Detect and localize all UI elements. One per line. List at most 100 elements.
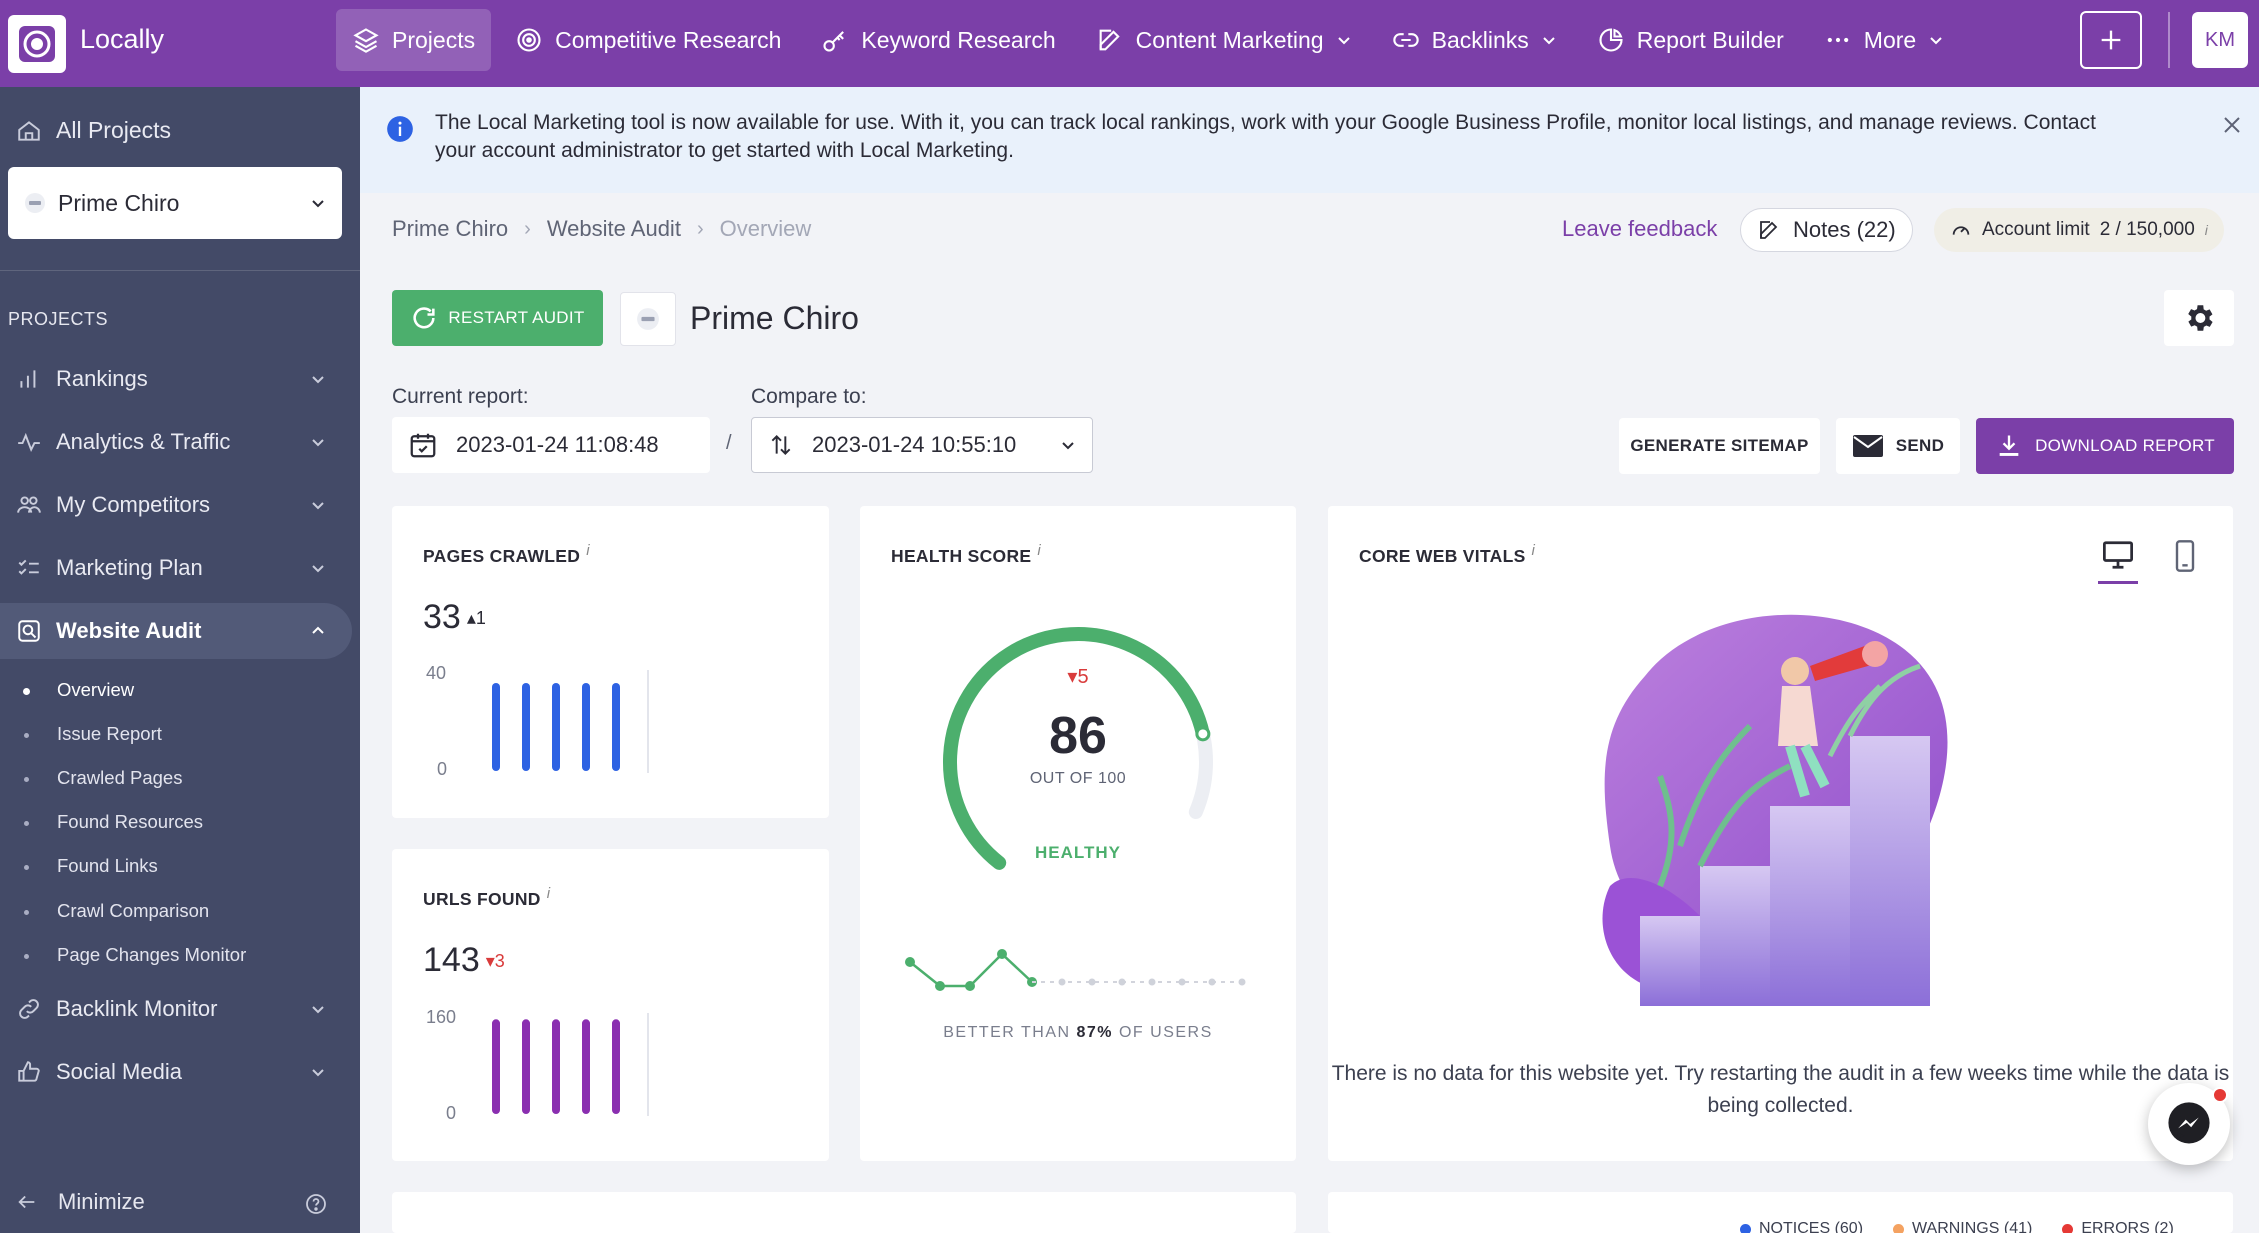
sidebar-subitem-found-links[interactable]: Found Links	[57, 855, 158, 877]
sidebar-item-competitors[interactable]: My Competitors	[0, 477, 352, 533]
sidebar-subitem-page-changes[interactable]: Page Changes Monitor	[57, 944, 246, 966]
sidebar-subitem-overview[interactable]: Overview	[57, 679, 134, 701]
bullet	[24, 733, 29, 738]
sidebar-item-analytics[interactable]: Analytics & Traffic	[0, 414, 352, 470]
settings-button[interactable]	[2164, 290, 2234, 346]
nav-report-builder[interactable]: Report Builder	[1581, 9, 1800, 71]
nav-content-marketing[interactable]: Content Marketing	[1080, 9, 1368, 71]
project-selector-value: Prime Chiro	[58, 189, 180, 216]
mobile-icon	[2175, 540, 2195, 572]
compare-report-value: 2023-01-24 10:55:10	[812, 432, 1017, 457]
compare-report-select[interactable]: 2023-01-24 10:55:10	[751, 417, 1093, 473]
chevron-down-icon	[312, 502, 324, 510]
help-icon	[306, 1194, 326, 1214]
sidebar-item-label: Website Audit	[56, 618, 202, 643]
chat-button[interactable]	[2148, 1083, 2230, 1165]
health-out-of: OUT OF 100	[1029, 770, 1127, 787]
key-icon	[823, 31, 845, 52]
activity-icon	[18, 432, 40, 452]
desktop-toggle[interactable]	[2098, 540, 2138, 584]
sidebar-item-label: My Competitors	[56, 492, 211, 517]
main-nav: Projects Competitive Research Keyword Re…	[336, 9, 1968, 71]
minimize-button[interactable]: Minimize	[16, 1189, 145, 1215]
chevron-down-icon	[312, 439, 324, 447]
sidebar-subitem-issue-report[interactable]: Issue Report	[57, 723, 162, 745]
nav-backlinks[interactable]: Backlinks	[1376, 9, 1573, 71]
sidebar-item-label: Rankings	[56, 366, 148, 391]
notes-label: Notes (22)	[1793, 217, 1896, 242]
logo-icon	[19, 26, 55, 62]
close-icon[interactable]	[2222, 111, 2242, 142]
legend-dot	[1893, 1223, 1905, 1233]
leave-feedback-link[interactable]: Leave feedback	[1562, 216, 1717, 242]
nav-projects[interactable]: Projects	[336, 9, 492, 71]
link-icon	[1392, 33, 1419, 47]
breadcrumb: Prime Chiro › Website Audit › Overview	[392, 216, 811, 242]
home-icon	[18, 120, 40, 141]
nav-more[interactable]: More	[1808, 9, 1960, 71]
mobile-toggle[interactable]	[2170, 540, 2200, 580]
health-score-card: HEALTH SCORE i ▾5 86 OUT OF 100 HEALTHY B…	[860, 506, 1296, 1161]
help-button[interactable]	[304, 1192, 328, 1221]
chevron-down-icon	[1062, 442, 1074, 450]
sidebar-item-backlink-monitor[interactable]: Backlink Monitor	[0, 981, 352, 1037]
link-icon	[19, 999, 39, 1019]
card-title: CORE WEB VITALS i	[1359, 542, 1535, 567]
checklist-icon	[18, 559, 39, 575]
thumbs-up-icon	[18, 1061, 40, 1082]
breadcrumb-website-audit[interactable]: Website Audit	[547, 216, 681, 242]
sidebar-subitem-crawled-pages[interactable]: Crawled Pages	[57, 767, 182, 789]
chevron-down-icon	[1930, 37, 1942, 45]
send-button[interactable]: SEND	[1836, 418, 1960, 474]
legend-label: WARNINGS (41)	[1912, 1220, 2033, 1233]
legend: NOTICES (60) WARNINGS (41) ERRORS (2)	[1740, 1220, 2174, 1233]
user-avatar[interactable]: KM	[2192, 12, 2248, 68]
health-score-value: 86	[1049, 707, 1107, 765]
sidebar-label: All Projects	[56, 117, 172, 143]
sidebar-item-label: Analytics & Traffic	[56, 429, 231, 454]
sparkline-point	[965, 981, 975, 991]
sidebar-item-marketing-plan[interactable]: Marketing Plan	[0, 540, 352, 596]
sidebar-item-social-media[interactable]: Social Media	[0, 1044, 352, 1100]
generate-sitemap-button[interactable]: GENERATE SITEMAP	[1619, 418, 1820, 474]
info-icon: i	[1037, 542, 1042, 559]
nav-keyword-research[interactable]: Keyword Research	[805, 9, 1071, 71]
restart-audit-button[interactable]: RESTART AUDIT	[392, 290, 603, 346]
sidebar-all-projects[interactable]: All Projects	[16, 117, 171, 144]
notes-button[interactable]: Notes (22)	[1740, 208, 1913, 252]
bullet	[24, 910, 29, 915]
app-logo[interactable]	[8, 15, 66, 73]
chevron-down-icon	[312, 376, 324, 384]
sidebar-item-website-audit[interactable]: Website Audit	[0, 603, 352, 659]
chevron-down-icon	[312, 1069, 324, 1077]
current-report-field[interactable]: 2023-01-24 11:08:48	[392, 417, 710, 473]
sparkline-point	[997, 949, 1007, 959]
sidebar-item-rankings[interactable]: Rankings	[0, 351, 352, 407]
sparkline-point	[905, 957, 915, 967]
empty-state-text: There is no data for this website yet. T…	[1331, 1062, 2230, 1117]
download-icon	[1999, 435, 2019, 456]
add-button[interactable]	[2080, 11, 2142, 69]
legend-dot	[2062, 1223, 2074, 1233]
nav-competitive-research[interactable]: Competitive Research	[499, 9, 797, 71]
info-icon: i	[2204, 222, 2208, 238]
audit-icon	[18, 620, 40, 642]
better-value: 87%	[1076, 1024, 1114, 1041]
chevron-down-icon	[312, 1006, 324, 1014]
notification-badge	[2212, 1087, 2228, 1103]
download-report-button[interactable]: DOWNLOAD REPORT	[1976, 418, 2234, 474]
sparkline-point	[935, 981, 945, 991]
chevron-down-icon	[312, 200, 324, 208]
restart-audit-label: RESTART AUDIT	[448, 308, 585, 327]
sidebar-subitem-crawl-comparison[interactable]: Crawl Comparison	[57, 900, 209, 922]
better-suffix: OF USERS	[1118, 1024, 1213, 1041]
bullet	[24, 777, 29, 782]
sidebar-subitem-found-resources[interactable]: Found Resources	[57, 811, 203, 833]
project-selector[interactable]: Prime Chiro	[8, 167, 342, 239]
divider	[0, 270, 360, 271]
messenger-icon	[2168, 1102, 2210, 1144]
users-icon	[17, 496, 41, 513]
nav-label: Keyword Research	[861, 26, 1056, 53]
legend-label: NOTICES (60)	[1759, 1220, 1864, 1233]
breadcrumb-project[interactable]: Prime Chiro	[392, 216, 508, 242]
